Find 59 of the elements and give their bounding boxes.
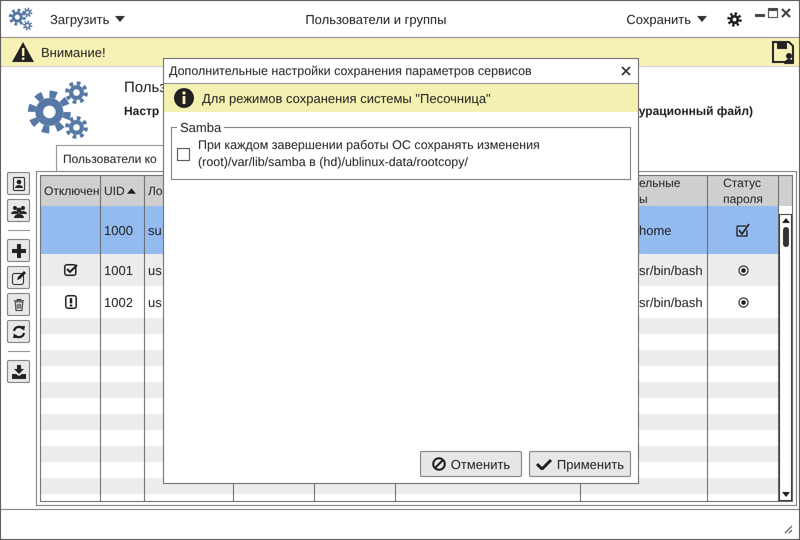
gears-icon (8, 6, 34, 32)
scroll-down-icon[interactable] (782, 492, 790, 497)
scrollbar[interactable] (779, 214, 792, 501)
info-text: Для режимов сохранения системы "Песочница" (202, 90, 491, 106)
table-cell: 1001 (104, 262, 133, 278)
download-icon (10, 364, 26, 378)
checked-box-icon (64, 264, 78, 276)
load-menu[interactable]: Загрузить (50, 10, 126, 28)
scroll-thumb[interactable] (782, 227, 788, 247)
apply-button[interactable]: Применить (529, 451, 631, 477)
warning-icon (11, 41, 35, 63)
radio-dot-icon (738, 296, 748, 308)
download-button[interactable] (7, 360, 30, 383)
checked-box-icon (736, 223, 750, 237)
user-card-icon (12, 176, 26, 190)
users-group-icon (10, 204, 26, 218)
window-title: Пользователи и группы (304, 12, 448, 26)
dialog-title: Дополнительные настройки сохранения параметров сервисов (169, 64, 532, 78)
table-cell: home (639, 222, 672, 238)
add-button[interactable] (7, 239, 30, 262)
close-icon[interactable] (621, 66, 631, 76)
caret-icon (115, 16, 126, 22)
table-cell: 1000 (104, 222, 133, 238)
scroll-up-icon[interactable] (782, 218, 790, 223)
checkbox-label: При каждом завершении работы ОС сохранять изменения (root)/var/lib/samba в (hd)/ublinux-data/rootcopy/ (198, 137, 540, 171)
refresh-icon (12, 324, 26, 338)
info-icon (174, 88, 194, 108)
settings-icon[interactable] (727, 12, 742, 26)
save-menu[interactable]: Сохранить (626, 10, 707, 28)
table-cell: sr/bin/bash (639, 262, 703, 278)
maximize-icon[interactable] (767, 7, 779, 19)
plus-icon (12, 244, 26, 258)
delete-button[interactable] (7, 293, 30, 316)
cancel-button[interactable]: Отменить (420, 451, 522, 477)
save-user-icon[interactable] (771, 40, 795, 64)
resize-grip-icon[interactable] (783, 524, 793, 534)
checkbox[interactable] (177, 148, 190, 160)
caret-icon (697, 16, 707, 22)
table-cell: 1002 (104, 294, 133, 310)
close-icon[interactable] (780, 7, 792, 19)
cancel-icon (432, 457, 446, 471)
warning-text: Внимание! (41, 44, 106, 60)
table-cell: us (148, 262, 162, 278)
trash-icon (12, 298, 24, 312)
edit-button[interactable] (7, 266, 30, 289)
page-subtitle: Настр (124, 104, 160, 118)
exclamation-icon (64, 295, 76, 309)
page-subtitle: урационный файл) (638, 104, 753, 118)
user-card-button[interactable] (7, 172, 30, 195)
users-group-button[interactable] (7, 199, 30, 222)
check-icon (536, 458, 552, 470)
table-cell: us (148, 294, 162, 310)
group-label: Samba (179, 120, 222, 135)
refresh-button[interactable] (7, 320, 30, 343)
radio-dot-icon (738, 264, 748, 276)
edit-icon (12, 270, 26, 284)
table-cell: sr/bin/bash (639, 294, 703, 310)
tab[interactable]: Пользователи ко (56, 145, 164, 171)
table-cell: su (148, 222, 162, 238)
